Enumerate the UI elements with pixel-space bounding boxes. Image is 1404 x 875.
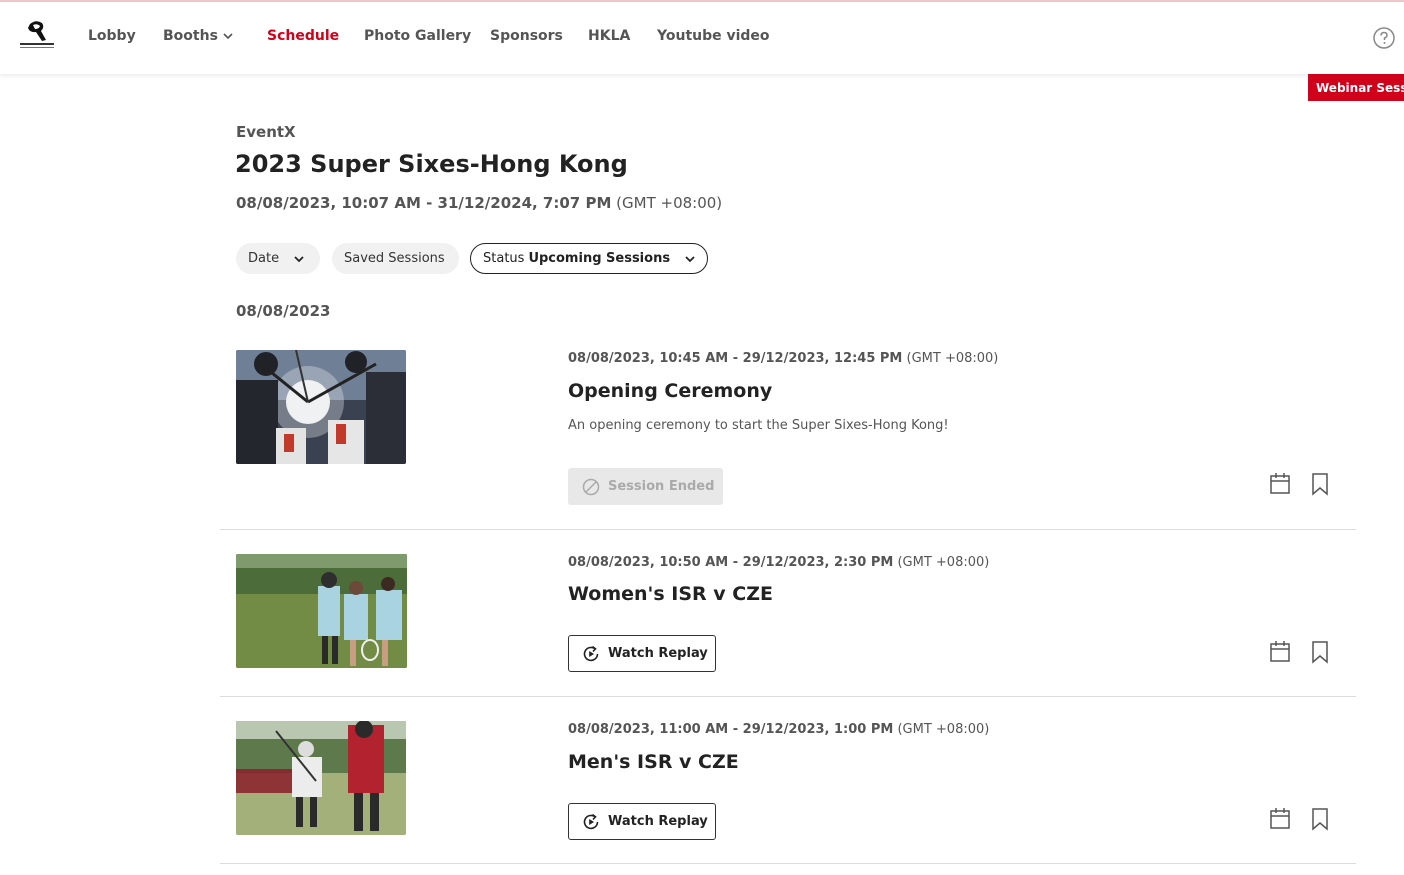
session-time-range: 08/08/2023, 10:50 AM - 29/12/2023, 2:30 … [568, 555, 894, 570]
prohibited-icon [582, 478, 600, 495]
replay-icon [583, 813, 599, 829]
session-title[interactable]: Men's ISR v CZE [568, 751, 739, 773]
chevron-down-icon[interactable] [222, 32, 234, 40]
session-divider [220, 863, 1356, 864]
date-filter-dropdown[interactable]: Date [236, 243, 320, 274]
nav-hkla[interactable]: HKLA [588, 28, 630, 44]
watch-replay-label: Watch Replay [608, 814, 708, 829]
nav-sponsors[interactable]: Sponsors [490, 28, 563, 44]
date-filter-label: Date [248, 251, 280, 266]
session-time: 08/08/2023, 10:45 AM - 29/12/2023, 12:45… [568, 351, 998, 366]
chevron-down-icon [294, 255, 304, 262]
session-timezone: (GMT +08:00) [906, 351, 999, 366]
team-huddle-photo [236, 350, 406, 464]
bookmark-icon[interactable] [1309, 472, 1331, 496]
session-description: An opening ceremony to start the Super S… [568, 418, 949, 433]
nav-youtube-video[interactable]: Youtube video [657, 28, 770, 44]
session-time: 08/08/2023, 10:50 AM - 29/12/2023, 2:30 … [568, 555, 989, 570]
nav-lobby[interactable]: Lobby [88, 28, 136, 44]
nav-photo-gallery[interactable]: Photo Gallery [364, 28, 471, 44]
session-time-range: 08/08/2023, 11:00 AM - 29/12/2023, 1:00 … [568, 722, 894, 737]
saved-sessions-label: Saved Sessions [344, 251, 445, 266]
schedule-date-heading: 08/08/2023 [236, 302, 331, 320]
saved-sessions-filter[interactable]: Saved Sessions [332, 243, 459, 274]
session-divider [220, 529, 1356, 530]
session-thumbnail[interactable] [236, 721, 406, 835]
mens-lacrosse-photo [236, 721, 406, 835]
event-date-range-value: 08/08/2023, 10:07 AM - 31/12/2024, 7:07 … [236, 194, 612, 212]
add-to-calendar-icon[interactable] [1269, 472, 1291, 496]
status-filter-dropdown[interactable]: Status Upcoming Sessions [470, 243, 708, 274]
session-title[interactable]: Opening Ceremony [568, 380, 772, 402]
session-title[interactable]: Women's ISR v CZE [568, 583, 773, 605]
event-date-range: 08/08/2023, 10:07 AM - 31/12/2024, 7:07 … [236, 194, 722, 212]
session-timezone: (GMT +08:00) [897, 555, 990, 570]
bookmark-icon[interactable] [1309, 807, 1331, 831]
watch-replay-label: Watch Replay [608, 646, 708, 661]
watch-replay-button[interactable]: Watch Replay [568, 635, 716, 672]
session-time: 08/08/2023, 11:00 AM - 29/12/2023, 1:00 … [568, 722, 989, 737]
session-time-range: 08/08/2023, 10:45 AM - 29/12/2023, 12:45… [568, 351, 903, 366]
womens-lacrosse-photo [236, 554, 407, 668]
top-navigation-bar: Lobby Booths Schedule Photo Gallery Spon… [0, 2, 1404, 74]
session-ended-button: Session Ended [568, 468, 723, 505]
add-to-calendar-icon[interactable] [1269, 640, 1291, 664]
status-filter-label: Status [483, 251, 525, 266]
nav-schedule[interactable]: Schedule [267, 28, 339, 44]
help-circle-icon[interactable] [1372, 26, 1396, 50]
replay-icon [583, 645, 599, 661]
chevron-down-icon [685, 255, 695, 262]
page-title: 2023 Super Sixes-Hong Kong [235, 150, 628, 178]
session-ended-label: Session Ended [608, 479, 715, 494]
event-logo[interactable] [16, 18, 58, 54]
lacrosse-logo-icon [20, 21, 54, 48]
event-timezone: (GMT +08:00) [616, 194, 723, 212]
watch-replay-button[interactable]: Watch Replay [568, 803, 716, 840]
organizer-name: EventX [236, 123, 296, 141]
session-timezone: (GMT +08:00) [897, 722, 990, 737]
bookmark-icon[interactable] [1309, 640, 1331, 664]
webinar-session-tab[interactable]: Webinar Session [1308, 74, 1404, 101]
session-thumbnail[interactable] [236, 350, 406, 464]
session-divider [220, 696, 1356, 697]
status-filter-value: Upcoming Sessions [528, 251, 671, 266]
session-thumbnail[interactable] [236, 554, 407, 668]
add-to-calendar-icon[interactable] [1269, 807, 1291, 831]
nav-booths[interactable]: Booths [163, 28, 218, 44]
